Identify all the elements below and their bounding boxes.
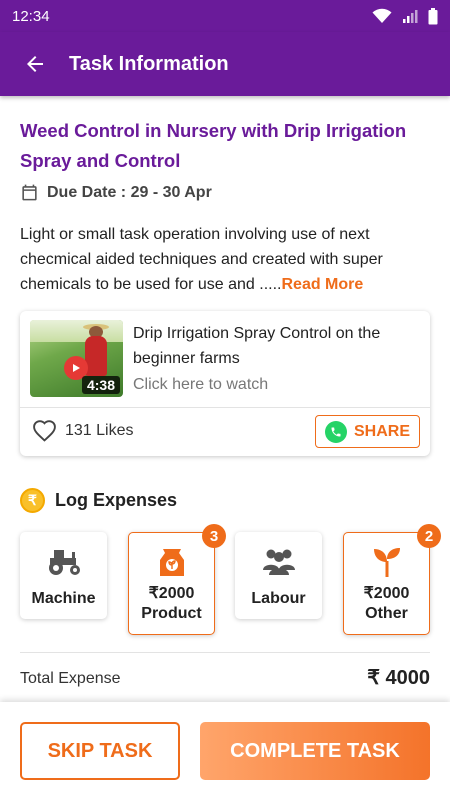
back-button[interactable] xyxy=(15,44,55,84)
status-icons xyxy=(372,7,438,25)
status-bar: 12:34 xyxy=(0,0,450,32)
arrow-left-icon xyxy=(27,56,43,72)
likes-count: 131 Likes xyxy=(65,421,134,439)
skip-task-button[interactable]: SKIP TASK xyxy=(20,722,180,780)
total-expense-value: ₹ 4000 xyxy=(367,667,430,689)
tile-amount-other: ₹2000 xyxy=(363,585,410,602)
status-time: 12:34 xyxy=(12,7,50,25)
tile-amount-product: ₹2000 xyxy=(148,585,195,602)
total-divider xyxy=(20,652,430,653)
whatsapp-icon xyxy=(324,420,347,443)
people-icon xyxy=(261,545,297,577)
app-bar: Task Information xyxy=(0,32,450,96)
calendar-icon xyxy=(22,184,37,201)
thumbnail-farmer xyxy=(85,336,107,376)
share-button[interactable]: SHARE xyxy=(315,415,420,448)
share-label: SHARE xyxy=(353,422,410,440)
expense-tile-labour[interactable]: Labour xyxy=(235,532,322,619)
heart-icon xyxy=(33,420,56,442)
like-button[interactable]: 131 Likes xyxy=(32,419,134,442)
expense-tile-product[interactable]: ₹2000 Product 3 xyxy=(128,524,226,635)
expense-tile-other[interactable]: ₹2000 Other 2 xyxy=(343,524,441,635)
card-divider xyxy=(20,407,430,408)
rupee-coin-icon: ₹ xyxy=(20,488,45,513)
bottom-action-bar: SKIP TASK COMPLETE TASK xyxy=(0,702,450,800)
watch-link[interactable]: Click here to watch xyxy=(133,376,268,394)
task-description: Light or small task operation involving … xyxy=(20,222,430,297)
total-expense-label: Total Expense xyxy=(20,670,121,687)
task-title: Weed Control in Nursery with Drip Irriga… xyxy=(20,120,407,171)
video-card: 4:38 Drip Irrigation Spray Control on th… xyxy=(20,311,430,456)
due-date: Due Date : 29 - 30 Apr xyxy=(47,183,212,201)
thumbnail-sky xyxy=(30,320,123,342)
tile-label-other: Other xyxy=(365,605,408,622)
tile-badge-other: 2 xyxy=(417,524,441,548)
sprout-icon xyxy=(372,546,402,578)
wifi-icon xyxy=(372,8,392,23)
log-expenses-header: ₹ Log Expenses xyxy=(20,488,177,513)
due-date-row: Due Date : 29 - 30 Apr xyxy=(20,183,212,202)
tile-label-labour: Labour xyxy=(251,590,306,607)
tile-label-product: Product xyxy=(141,605,202,622)
video-title[interactable]: Drip Irrigation Spray Control on the beg… xyxy=(133,321,418,371)
tile-badge-product: 3 xyxy=(202,524,226,548)
video-thumbnail[interactable]: 4:38 xyxy=(30,320,123,397)
battery-icon xyxy=(428,7,438,24)
expense-tile-machine[interactable]: Machine xyxy=(20,532,107,619)
tile-label-machine: Machine xyxy=(31,590,96,607)
tractor-icon xyxy=(44,545,84,577)
signal-icon xyxy=(403,10,418,23)
video-duration: 4:38 xyxy=(81,376,120,394)
fertilizer-bag-icon xyxy=(157,546,187,578)
log-expenses-title: Log Expenses xyxy=(55,490,178,510)
read-more-link[interactable]: Read More xyxy=(281,276,363,293)
complete-task-button[interactable]: COMPLETE TASK xyxy=(200,722,430,780)
page-title: Task Information xyxy=(69,52,229,75)
